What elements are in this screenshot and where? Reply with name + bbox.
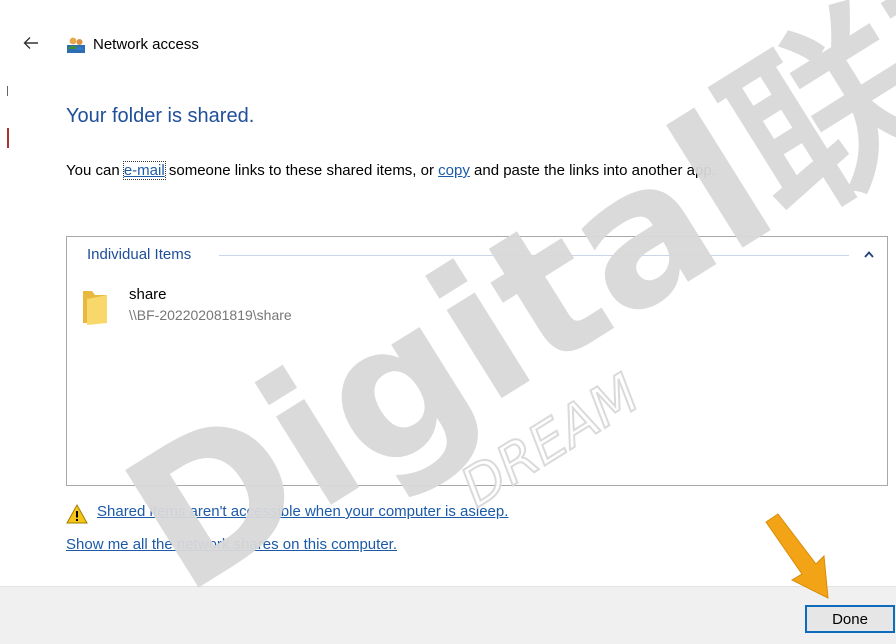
email-link[interactable]: e-mail bbox=[122, 161, 166, 180]
item-path: \\BF-202202081819\share bbox=[129, 307, 292, 323]
copy-link[interactable]: copy bbox=[438, 162, 470, 179]
folder-icon bbox=[83, 291, 107, 325]
title-bar: Network access bbox=[0, 26, 896, 62]
share-description: You can e-mail someone links to these sh… bbox=[66, 161, 716, 180]
done-button-label: Done bbox=[832, 610, 868, 628]
edge-mark bbox=[7, 128, 9, 148]
back-arrow-icon bbox=[23, 37, 38, 49]
collapse-group-button[interactable] bbox=[861, 246, 877, 262]
item-name: share bbox=[129, 286, 167, 303]
done-button[interactable]: Done bbox=[805, 605, 895, 633]
group-header-label: Individual Items bbox=[87, 246, 192, 263]
asleep-warning-link[interactable]: Shared items aren't accessible when your… bbox=[97, 503, 508, 520]
page-heading: Your folder is shared. bbox=[66, 105, 255, 127]
footer-bar: Done bbox=[0, 586, 896, 644]
window-left-edge bbox=[0, 0, 9, 643]
back-button[interactable] bbox=[18, 30, 44, 56]
description-prefix: You can bbox=[66, 162, 124, 179]
description-middle: someone links to these shared items, or bbox=[164, 162, 439, 179]
warning-icon bbox=[66, 504, 88, 524]
shared-items-list[interactable]: Individual Items share \\BF-202202081819… bbox=[66, 236, 888, 486]
window-title: Network access bbox=[93, 36, 199, 53]
description-suffix: and paste the links into another app. bbox=[469, 162, 716, 179]
group-divider bbox=[219, 255, 849, 256]
show-network-shares-link[interactable]: Show me all the network shares on this c… bbox=[66, 536, 397, 553]
list-item[interactable]: share \\BF-202202081819\share bbox=[81, 286, 381, 330]
chevron-up-icon bbox=[864, 250, 874, 258]
network-people-icon bbox=[67, 37, 85, 53]
edge-mark bbox=[7, 86, 8, 96]
